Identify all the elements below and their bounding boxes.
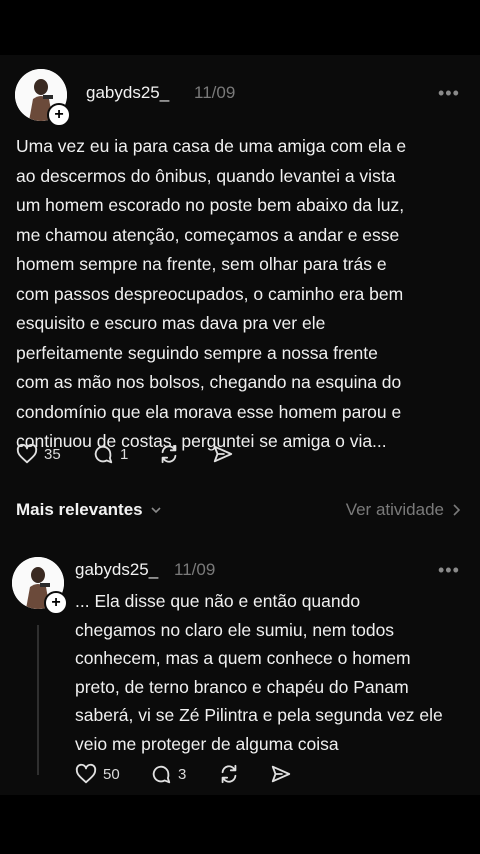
share-button[interactable] xyxy=(270,763,292,785)
comment-icon xyxy=(152,765,171,784)
reply-avatar[interactable]: + xyxy=(12,557,68,615)
repost-icon xyxy=(221,764,237,784)
send-icon xyxy=(213,445,233,463)
reply-text: ... Ela disse que não e então quando che… xyxy=(75,591,443,754)
view-activity-link[interactable]: Ver atividade xyxy=(346,500,462,520)
share-button[interactable] xyxy=(212,443,234,465)
sort-label: Mais relevantes xyxy=(16,500,143,519)
send-icon xyxy=(271,765,291,783)
follow-plus-icon[interactable]: + xyxy=(47,103,71,127)
comment-icon xyxy=(94,445,113,464)
like-count: 35 xyxy=(44,445,61,463)
post-text: Uma vez eu ia para casa de uma amiga com… xyxy=(16,136,407,451)
bottom-bar xyxy=(0,795,480,854)
top-bar xyxy=(0,0,480,55)
sort-dropdown[interactable]: Mais relevantes xyxy=(16,500,163,520)
chevron-down-icon xyxy=(151,507,161,514)
like-button[interactable]: 50 xyxy=(75,763,120,785)
follow-plus-icon[interactable]: + xyxy=(44,591,68,615)
thread-line xyxy=(37,625,39,775)
heart-icon xyxy=(16,443,38,464)
post-more-icon[interactable]: ••• xyxy=(438,83,460,104)
comment-count: 1 xyxy=(120,445,129,463)
thread-panel: + gabyds25_ 11/09 ••• Uma vez eu ia para… xyxy=(0,55,480,795)
reply-username[interactable]: gabyds25_ xyxy=(75,560,158,580)
comment-button[interactable]: 3 xyxy=(150,763,186,785)
post-date: 11/09 xyxy=(194,83,236,102)
view-activity-label: Ver atividade xyxy=(345,500,444,519)
post-avatar[interactable]: + xyxy=(15,69,71,127)
post-username[interactable]: gabyds25_ xyxy=(86,83,169,103)
comment-button[interactable]: 1 xyxy=(92,443,128,465)
repost-button[interactable] xyxy=(218,763,240,785)
comment-count: 3 xyxy=(178,765,187,783)
chevron-right-icon xyxy=(453,504,461,516)
repost-button[interactable] xyxy=(158,443,180,465)
reply-more-icon[interactable]: ••• xyxy=(438,560,460,581)
heart-icon xyxy=(75,763,97,784)
repost-icon xyxy=(161,444,177,464)
like-button[interactable]: 35 xyxy=(16,443,61,465)
reply-date: 11/09 xyxy=(174,560,216,579)
like-count: 50 xyxy=(103,765,120,783)
